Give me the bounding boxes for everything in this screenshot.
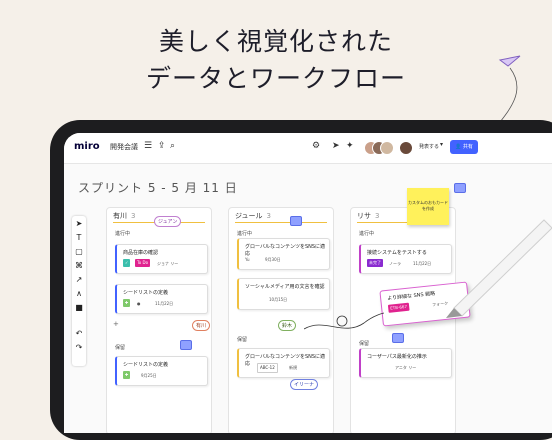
avatar[interactable] <box>399 141 413 155</box>
due-date: 11月22日 <box>413 261 432 266</box>
redo-icon[interactable]: ↷ <box>72 343 86 352</box>
avatar[interactable] <box>380 141 394 155</box>
arrow-tool-icon[interactable]: ↗ <box>72 275 86 284</box>
task-card[interactable]: 接続システムをテストする 未完了 ノーラ 11月22日 <box>359 244 452 274</box>
section-label: 進行中 <box>359 231 375 237</box>
due-date: 9月30日 <box>265 257 281 262</box>
status-badge: 未完了 <box>367 259 383 267</box>
cursor-icon[interactable]: ➤ <box>332 141 340 151</box>
miro-logo: miro <box>74 141 100 152</box>
due-date: 9月25日 <box>141 373 157 378</box>
status-icon: ✚ <box>123 299 131 307</box>
collaborator-cursor: 鈴木 <box>278 320 297 331</box>
connector-line-icon <box>304 312 384 330</box>
settings-icon[interactable]: ⚙ <box>312 141 320 151</box>
undo-icon[interactable]: ↶ <box>72 329 86 338</box>
add-card-icon[interactable]: + <box>113 320 119 328</box>
status-icon: ✓ <box>123 259 131 267</box>
headline-line-1: 美しく視覚化された <box>158 27 393 56</box>
task-card[interactable]: 商品在庫の確認 ✓ To Do ジョナ リー <box>115 244 208 274</box>
column-header: 有川 3 <box>113 212 136 220</box>
column-header: ジュール 3 <box>235 212 271 220</box>
comment-icon[interactable] <box>180 340 192 350</box>
due-date: 11月22日 <box>155 301 174 306</box>
collab-toolbar: ⚙ ➤ ✦ 発表する ▾ 👤 共有 <box>312 139 502 157</box>
collaborator-cursor: ジュアン <box>154 216 182 227</box>
comment-icon[interactable] <box>290 216 302 226</box>
share-button[interactable]: 👤 共有 <box>450 140 478 154</box>
assignee: ノーラ <box>389 261 401 266</box>
stylus-icon <box>446 219 552 318</box>
menu-icon[interactable]: ☰ <box>144 141 152 151</box>
status-icon: ✚ <box>123 371 131 379</box>
section-label: 進行中 <box>115 231 131 237</box>
status-text: 新規 <box>289 365 297 370</box>
section-label: 進行中 <box>237 231 253 237</box>
headline-line-2: データとワークフロー <box>145 64 406 93</box>
section-label: 保留 <box>237 337 248 343</box>
task-card[interactable]: グローバルなコンテンツをSNSに適応 ABC-12 新規 <box>237 348 330 378</box>
board-title: スプリント 5 - 5 月 11 日 <box>78 181 238 195</box>
left-toolbar: ➤ T ▢ ⌘ ↗ ∧ ■ ↶ ↷ <box>72 216 86 366</box>
assignee-avatar: ● <box>137 301 141 306</box>
ticket-badge: ETB-667 <box>387 302 410 313</box>
search-icon[interactable]: ⌕ <box>170 141 175 151</box>
comment-icon[interactable] <box>392 333 404 343</box>
assignee: アニタ リー <box>395 365 417 370</box>
pen-tool-icon[interactable]: ∧ <box>72 289 86 298</box>
due-date: 10月15日 <box>269 297 288 302</box>
shapes-tool-icon[interactable]: ⌘ <box>72 261 86 270</box>
more-tools-icon[interactable]: ■ <box>72 303 86 312</box>
top-bar: miro 開発会議 ☰ ⇪ ⌕ ⚙ ➤ ✦ 発表する ▾ 👤 共有 <box>64 133 552 164</box>
celebrate-icon[interactable]: ✦ <box>346 141 354 151</box>
task-card[interactable]: グローバルなコンテンツをSNSに適応 Yu 9月30日 <box>237 238 330 270</box>
ticket-badge: ABC-12 <box>257 363 278 373</box>
assignee: ジョナ リー <box>157 261 179 266</box>
chevron-down-icon[interactable]: ▾ <box>440 141 443 148</box>
board-name[interactable]: 開発会議 <box>110 142 138 152</box>
upload-icon[interactable]: ⇪ <box>158 141 166 151</box>
section-label: 保留 <box>115 345 126 351</box>
task-card[interactable]: シードリストの定義 ✚ ● 11月22日 <box>115 284 208 314</box>
task-card[interactable]: シードリストの定義 ✚ 9月25日 <box>115 356 208 386</box>
sticky-tool-icon[interactable]: ▢ <box>72 247 86 256</box>
collaborator-cursor: 有川 <box>192 320 211 331</box>
collaborator-cursor: イリーナ <box>290 379 319 390</box>
assignee: Yu <box>245 257 250 262</box>
status-badge: To Do <box>135 259 151 267</box>
select-tool-icon[interactable]: ➤ <box>72 219 86 228</box>
text-tool-icon[interactable]: T <box>72 233 86 242</box>
task-card[interactable]: コーザーパス最新化の推示 アニタ リー <box>359 348 452 378</box>
present-button[interactable]: 発表する <box>419 143 439 150</box>
column-header: リサ 3 <box>357 212 380 220</box>
